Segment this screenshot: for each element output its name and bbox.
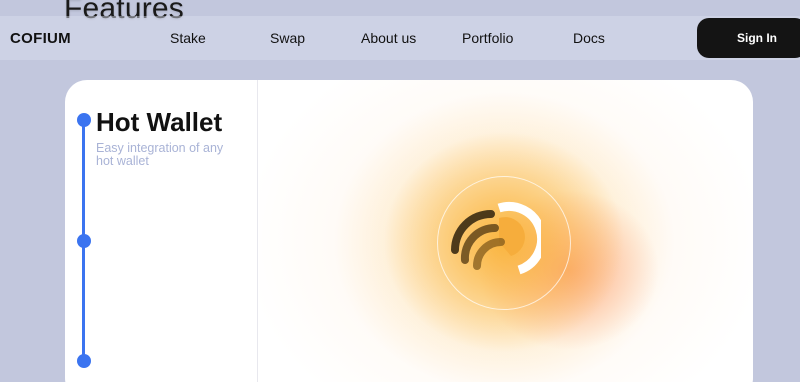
hot-wallet-icon [451,201,541,275]
nav-link-about-us[interactable]: About us [361,30,416,46]
timeline-step-2[interactable] [77,234,91,248]
feature-card: Hot Wallet Easy integration of any hot w… [65,80,753,382]
feature-title: Hot Wallet [96,107,223,137]
sign-in-label: Sign In [737,31,777,45]
nav-link-docs[interactable]: Docs [573,30,605,46]
nav-link-stake[interactable]: Stake [170,30,206,46]
feature-description: Easy integration of any hot wallet [96,141,224,168]
logo[interactable]: COFIUM [10,30,71,47]
nav-link-swap[interactable]: Swap [270,30,305,46]
feature-list-panel: Hot Wallet Easy integration of any hot w… [65,80,258,382]
nav-link-portfolio[interactable]: Portfolio [462,30,513,46]
page: Features COFIUM Stake Swap About us Port… [0,0,800,382]
timeline-step-1[interactable] [77,113,91,127]
sign-in-button[interactable]: Sign In [697,18,800,58]
timeline-step-3[interactable] [77,354,91,368]
feature-visual [259,80,753,382]
